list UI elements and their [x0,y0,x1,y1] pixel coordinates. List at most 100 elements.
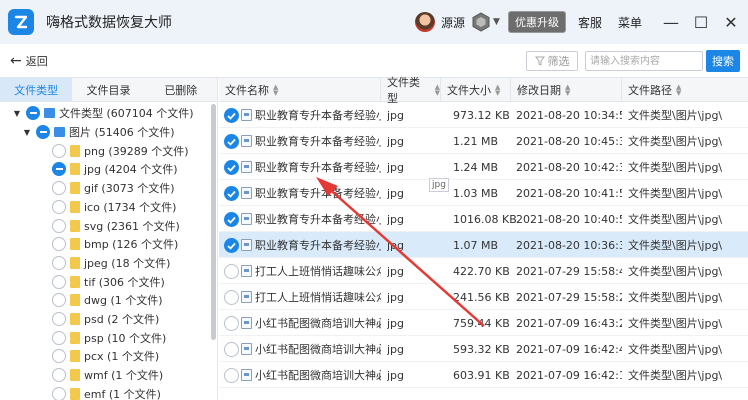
left-scrollbar[interactable] [211,104,216,340]
tab-file-type[interactable]: 文件类型 [0,78,73,101]
file-size-cell: 973.12 KB [453,108,510,122]
tree-checkbox[interactable] [52,293,66,308]
column-header-size[interactable]: 文件大小 ▲ ▼ [441,78,511,102]
tree-checkbox[interactable] [52,386,66,400]
tree-checkbox[interactable] [52,330,66,345]
filter-button[interactable]: 筛选 [526,51,578,71]
row-checkbox[interactable] [224,186,239,201]
tab-file-directory[interactable]: 文件目录 [72,78,144,101]
file-size-cell: 1016.08 KB [453,212,517,226]
row-checkbox[interactable] [224,160,239,175]
table-row[interactable]: 职业教育专升本备考经验小... jpg 1016.08 KB2021-08-20 1… [219,206,748,232]
table-row[interactable]: 职业教育专升本备考经验小... jpg 1.03 MB 2021-08-20 10:4… [219,180,748,206]
sort-icon: ▲ ▼ [565,83,571,97]
row-checkbox[interactable] [224,134,239,149]
image-file-icon [241,369,252,381]
tree-item[interactable]: svg (2361 个文件) [52,216,180,235]
tree-item[interactable]: dwg (1 个文件) [52,291,163,310]
tree-item[interactable]: gif (3073 个文件) [52,179,174,198]
tree-item[interactable]: bmp (126 个文件) [52,235,178,254]
arrow-left-icon: ← [10,52,22,69]
tree-item[interactable]: pcx (1 个文件) [52,347,159,366]
tree-expand-icon[interactable]: ▼ [22,128,32,137]
file-type-cell: jpg [387,316,405,330]
row-checkbox[interactable] [224,316,239,331]
tree-item-label: 图片 (51406 个文件) [69,126,175,140]
tree-checkbox[interactable] [52,368,66,383]
column-header-path[interactable]: 文件路径 ▲ ▼ [622,78,748,102]
tree-item[interactable]: psd (2 个文件) [52,310,159,329]
tree-item-label: tif (306 个文件) [84,275,165,289]
file-path-cell: 文件类型\图片\jpg\ [628,187,723,200]
folder-icon [70,182,80,195]
tree-item[interactable]: psp (10 个文件) [52,328,166,347]
maximize-icon[interactable]: ☐ [688,9,714,35]
tree-checkbox[interactable] [52,162,66,177]
table-row[interactable]: 小红书配图微商培训大神必... jpg 593.32 KB 2021-07-09 16… [219,336,748,362]
file-path-cell: 文件类型\图片\jpg\ [628,291,723,304]
row-checkbox[interactable] [224,342,239,357]
tree-checkbox[interactable] [52,237,66,252]
promo-upgrade-button[interactable]: 优惠升级 [507,11,566,33]
row-checkbox[interactable] [224,264,239,279]
tree-expand-icon[interactable]: ▼ [12,109,22,118]
tree-item[interactable]: ▼ 文件类型 (607104 个文件) [12,104,194,123]
chevron-down-icon[interactable]: ▼ [493,17,500,27]
tree-checkbox[interactable] [52,312,66,327]
table-row[interactable]: 小红书配图微商培训大神必... jpg 759.44 KB 2021-07-09 16… [219,310,748,336]
tree-item[interactable]: ico (1734 个文件) [52,198,176,217]
table-row[interactable]: 打工人上班悄悄话趣味公众... jpg 241.56 KB 2021-07-29 15… [219,284,748,310]
tree-item-label: 文件类型 (607104 个文件) [59,107,194,121]
folder-icon [70,294,80,307]
tree-checkbox[interactable] [52,274,66,289]
table-row[interactable]: 小红书配图微商培训大神必... jpg 603.91 KB 2021-07-09 16… [219,362,748,388]
row-checkbox[interactable] [224,290,239,305]
file-table: 文件名称 ▲ ▼ 文件类型 ▲ ▼ 文件大小 ▲ ▼ 修改日期 ▲ ▼ 文件路径 ▲ ▼ 职业教育专… [219,76,748,400]
tree-item[interactable]: wmf (1 个文件) [52,366,163,385]
row-checkbox[interactable] [224,108,239,123]
minimize-icon[interactable]: — [658,9,684,35]
sort-icon: ▲ ▼ [676,83,682,97]
user-avatar[interactable] [415,12,436,32]
tree-item[interactable]: jpg (4204 个文件) [52,160,178,179]
menu-link[interactable]: 菜单 [618,14,642,31]
tab-deleted[interactable]: 已删除 [145,78,217,101]
table-row[interactable]: 职业教育专升本备考经验小... jpg 1.24 MB 2021-08-20 10:4… [219,154,748,180]
file-size-cell: 603.91 KB [453,368,510,382]
tree-checkbox[interactable] [52,218,66,233]
tree-item-label: bmp (126 个文件) [84,238,179,252]
table-row[interactable]: 职业教育专升本备考经验小... jpg 1.07 MB 2021-08-20 10:3… [219,232,748,258]
row-checkbox[interactable] [224,368,239,383]
modified-date-cell: 2021-08-20 10:41:54 [516,186,622,200]
tree-checkbox[interactable] [36,125,50,140]
file-path-cell: 文件类型\图片\jpg\ [628,369,723,382]
tree-checkbox[interactable] [52,255,66,270]
column-header-type[interactable]: 文件类型 ▲ ▼ [381,76,441,105]
close-icon[interactable]: ✕ [718,9,744,35]
search-button[interactable]: 搜索 [706,50,740,72]
folder-icon [70,200,80,213]
row-checkbox[interactable] [224,238,239,253]
tree-checkbox[interactable] [52,349,66,364]
left-tabs: 文件类型 文件目录 已删除 [0,78,217,102]
tree-checkbox[interactable] [52,199,66,214]
tree-item[interactable]: emf (1 个文件) [52,385,161,400]
customer-service-link[interactable]: 客服 [578,14,602,31]
tree-checkbox[interactable] [26,106,40,121]
tree-checkbox[interactable] [52,181,66,196]
search-input[interactable] [585,51,703,71]
table-row[interactable]: 职业教育专升本备考经验小... jpg 1.21 MB 2021-08-20 10:4… [219,128,748,154]
vip-badge-icon[interactable] [471,12,491,32]
column-header-name[interactable]: 文件名称 ▲ ▼ [219,78,381,102]
table-row[interactable]: 打工人上班悄悄话趣味公众... jpg 422.70 KB 2021-07-29 15… [219,258,748,284]
tree-item[interactable]: png (39289 个文件) [52,141,189,160]
tree-item[interactable]: tif (306 个文件) [52,272,165,291]
tree-item[interactable]: ▼ 图片 (51406 个文件) [22,123,175,142]
row-checkbox[interactable] [224,212,239,227]
column-header-date[interactable]: 修改日期 ▲ ▼ [511,78,622,102]
tree-item[interactable]: jpeg (18 个文件) [52,254,170,273]
back-button[interactable]: ← 返回 [10,53,48,69]
table-row[interactable]: 职业教育专升本备考经验小... jpg 973.12 KB 2021-08-20 10… [219,102,748,128]
username[interactable]: 源源 [441,14,465,31]
tree-checkbox[interactable] [52,143,66,158]
